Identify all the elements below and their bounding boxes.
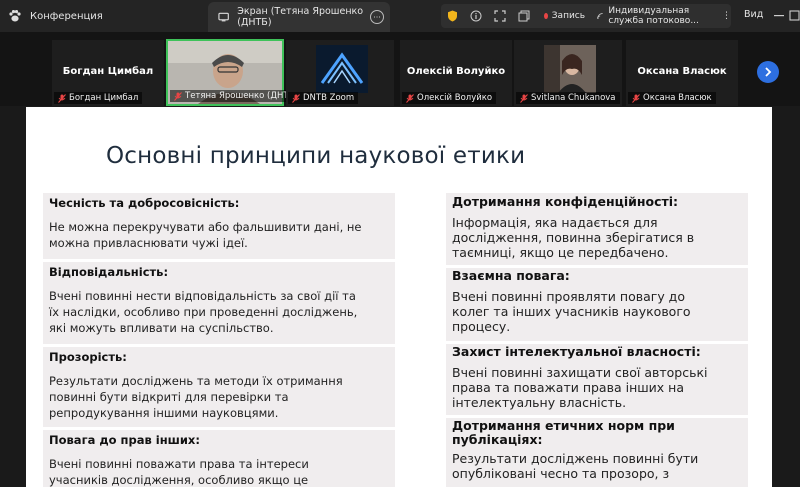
- principle-ip-protection: Захист інтелектуальної власності: Вчені …: [452, 344, 708, 411]
- screen-share-tab[interactable]: Экран (Тетяна Ярошенко (ДНТБ) ···: [208, 2, 390, 32]
- maximize-icon[interactable]: [788, 8, 800, 22]
- participant-label: Оксана Власюк: [628, 92, 716, 104]
- slide-title: Основні принципи наукової етики: [106, 143, 526, 169]
- mic-muted-icon: [406, 93, 414, 103]
- participant-label: Олексій Волуйко: [402, 92, 497, 104]
- participant-tile[interactable]: Svitlana Chukanova: [514, 40, 622, 106]
- meeting-controls: Запись Индивидуальная служба потоково...…: [441, 4, 731, 28]
- title-bar: Конференция Экран (Тетяна Ярошенко (ДНТБ…: [0, 0, 800, 32]
- livestream-label[interactable]: Индивидуальная служба потоково...: [608, 6, 718, 26]
- divider: [43, 259, 395, 262]
- principle-transparency: Прозорість: Результати досліджень та мет…: [49, 350, 343, 420]
- participant-photo: [544, 45, 596, 93]
- security-shield-icon[interactable]: [447, 9, 458, 23]
- participant-tile-active[interactable]: Тетяна Ярошенко (ДНТБ): [166, 39, 302, 106]
- mic-muted-icon: [58, 93, 66, 103]
- left-column: Чесність та добросовісність: Не можна пе…: [43, 193, 395, 487]
- participant-tile[interactable]: DNTB Zoom: [286, 40, 394, 106]
- mic-muted-icon: [632, 93, 640, 103]
- zoom-window: Конференция Экран (Тетяна Ярошенко (ДНТБ…: [0, 0, 800, 487]
- info-icon[interactable]: [470, 9, 482, 23]
- divider: [43, 427, 395, 430]
- participant-tile[interactable]: Богдан Цимбал Богдан Цимбал: [52, 40, 164, 106]
- mic-muted-icon: [174, 91, 182, 101]
- shared-slide: Основні принципи наукової етики Чесність…: [26, 107, 772, 487]
- recording-label[interactable]: Запись: [552, 11, 585, 21]
- more-options-button[interactable]: ···: [370, 10, 384, 24]
- copy-icon[interactable]: [518, 9, 530, 23]
- principle-mutual-respect: Взаємна повага: Вчені повинні проявляти …: [452, 268, 691, 335]
- participant-label: Svitlana Chukanova: [516, 92, 620, 104]
- participant-gallery: Богдан Цимбал Богдан Цимбал Тетяна Яроше…: [0, 32, 800, 106]
- dntb-logo: [316, 45, 368, 93]
- gallery-next-button[interactable]: [757, 61, 779, 83]
- principle-confidentiality: Дотримання конфіденційності: Інформація,…: [452, 194, 695, 261]
- principle-respect-rights: Повага до прав інших: Вчені повинні пова…: [49, 433, 309, 487]
- fullscreen-icon[interactable]: [494, 9, 506, 23]
- recording-dot-icon: [544, 13, 548, 19]
- divider: [43, 344, 395, 347]
- participant-tile[interactable]: Олексій Волуйко Олексій Волуйко: [400, 40, 512, 106]
- participant-label: DNTB Zoom: [288, 92, 359, 104]
- participant-label: Тетяна Ярошенко (ДНТБ): [170, 90, 302, 102]
- view-button[interactable]: Вид: [744, 9, 763, 20]
- participant-label: Богдан Цимбал: [54, 92, 143, 104]
- principle-responsibility: Відповідальність: Вчені повинні нести ві…: [49, 265, 358, 335]
- mic-muted-icon: [520, 93, 528, 103]
- mic-muted-icon: [292, 93, 300, 103]
- principle-honesty: Чесність та добросовісність: Не можна пе…: [49, 196, 362, 250]
- minimize-icon[interactable]: [772, 8, 786, 22]
- chevron-right-icon: [765, 67, 772, 77]
- screen-icon: [218, 12, 229, 22]
- participant-tile[interactable]: Оксана Власюк Оксана Власюк: [626, 40, 738, 106]
- right-column: Дотримання конфіденційності: Інформація,…: [446, 193, 748, 487]
- screen-share-title: Экран (Тетяна Ярошенко (ДНТБ): [237, 6, 364, 28]
- stream-icon: [597, 13, 603, 19]
- stream-menu-dots[interactable]: ⋮: [722, 11, 731, 21]
- principle-publication-ethics: Дотримання етичних норм при публікаціях:…: [452, 418, 699, 482]
- paw-icon: [9, 10, 21, 22]
